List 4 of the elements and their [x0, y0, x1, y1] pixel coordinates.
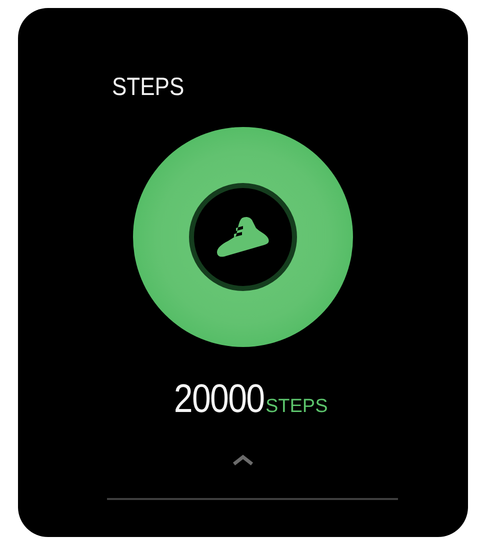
step-count: 20000 [174, 377, 264, 422]
step-unit: STEPS [265, 396, 328, 418]
screen-title: STEPS [112, 72, 184, 102]
chevron-up-icon[interactable] [232, 454, 254, 466]
